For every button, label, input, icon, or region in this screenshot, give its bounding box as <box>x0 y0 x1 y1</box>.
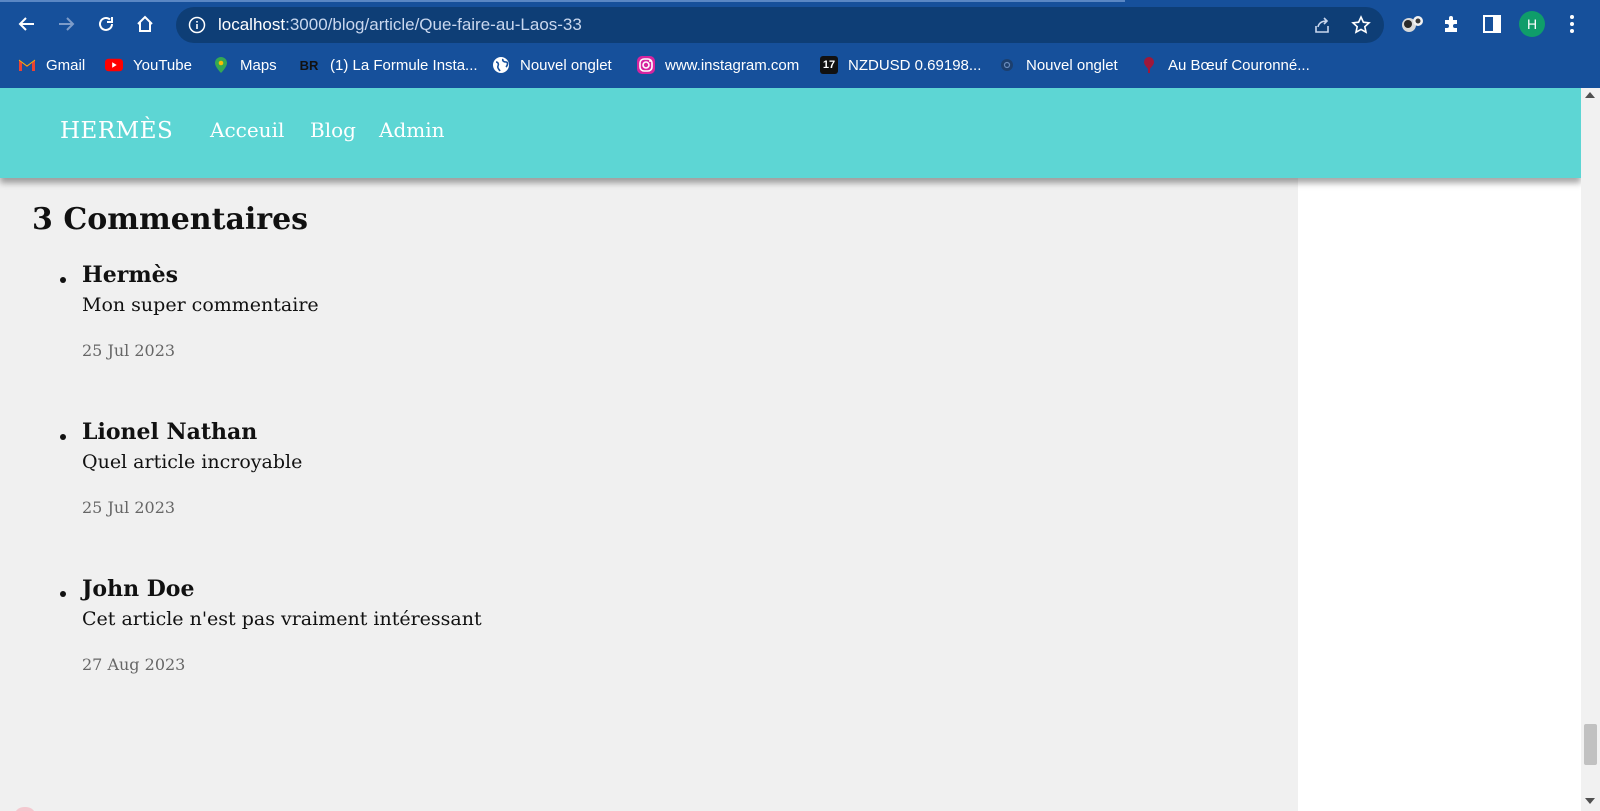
extension-icon[interactable] <box>1400 13 1426 35</box>
comment-text: Cet article n'est pas vraiment intéressa… <box>82 608 482 630</box>
bullet-icon <box>60 434 66 440</box>
bookmarks-bar: Gmail YouTube Maps BR (1) La Formule Ins… <box>0 46 1600 84</box>
arrow-left-icon <box>18 17 34 31</box>
comment-text: Mon super commentaire <box>82 294 319 316</box>
bookmark-label: www.instagram.com <box>665 56 800 74</box>
comment-text: Quel article incroyable <box>82 451 303 473</box>
scrollbar-thumb[interactable] <box>1584 724 1597 765</box>
comment-author: Lionel Nathan <box>82 419 258 445</box>
bookmark-label: Maps <box>240 56 277 74</box>
address-bar[interactable]: localhost:3000/blog/article/Que-faire-au… <box>176 7 1384 43</box>
reload-button[interactable] <box>90 8 122 40</box>
browser-toolbar: localhost:3000/blog/article/Que-faire-au… <box>0 2 1600 46</box>
maps-icon <box>212 56 230 74</box>
arrow-right-icon <box>59 17 75 31</box>
forward-button[interactable] <box>50 8 82 40</box>
puzzle-icon[interactable] <box>1441 13 1463 35</box>
comment-author: Hermès <box>82 262 179 288</box>
site-header: HERMÈS Acceuil Blog Admin <box>0 88 1581 178</box>
bookmark-label: (1) La Formule Insta... <box>330 56 478 74</box>
bookmark-label: YouTube <box>133 56 192 74</box>
browser-chrome: localhost:3000/blog/article/Que-faire-au… <box>0 0 1600 88</box>
profile-avatar[interactable]: H <box>1519 11 1545 37</box>
bullet-icon <box>60 277 66 283</box>
bookmark-nzdusd[interactable]: 17 NZDUSD 0.69198... <box>820 46 981 84</box>
tradingview-icon: 17 <box>820 56 838 74</box>
scroll-up-arrow-icon[interactable] <box>1585 92 1595 98</box>
share-icon[interactable] <box>1312 15 1332 35</box>
bookmark-nouvel-onglet[interactable]: Nouvel onglet <box>492 46 612 84</box>
home-button[interactable] <box>129 8 161 40</box>
restaurant-icon <box>1140 56 1158 74</box>
bookmark-label: Gmail <box>46 56 86 74</box>
bookmark-au-boeuf[interactable]: Au Bœuf Couronné... <box>1140 46 1310 84</box>
bookmark-star-icon[interactable] <box>1351 15 1371 35</box>
reload-icon <box>99 16 113 31</box>
menu-kebab-icon[interactable] <box>1562 12 1582 36</box>
scroll-down-arrow-icon[interactable] <box>1585 798 1595 804</box>
url-path: :3000/blog/article/Que-faire-au-Laos-33 <box>285 15 582 34</box>
side-panel-icon[interactable] <box>1482 14 1502 34</box>
url-text[interactable]: localhost:3000/blog/article/Que-faire-au… <box>218 7 582 43</box>
bookmark-label: NZDUSD 0.69198... <box>848 56 982 74</box>
nav-link-blog[interactable]: Blog <box>310 118 356 142</box>
brand-logo[interactable]: HERMÈS <box>60 118 173 144</box>
new-tab-icon <box>998 56 1016 74</box>
comment-date: 25 Jul 2023 <box>82 341 176 360</box>
url-host: localhost <box>218 15 286 34</box>
globe-icon <box>492 56 510 74</box>
bullet-icon <box>60 591 66 597</box>
bookmark-youtube[interactable]: YouTube <box>105 46 192 84</box>
bookmark-la-formule[interactable]: BR (1) La Formule Insta... <box>298 46 478 84</box>
bookmark-nouvel-onglet-2[interactable]: Nouvel onglet <box>998 46 1118 84</box>
nav-link-acceuil[interactable]: Acceuil <box>210 118 284 142</box>
bookmark-instagram[interactable]: www.instagram.com <box>637 46 799 84</box>
bookmark-label: Nouvel onglet <box>520 56 612 74</box>
br-icon: BR <box>299 57 319 73</box>
youtube-icon <box>105 56 123 74</box>
bookmark-label: Au Bœuf Couronné... <box>1168 56 1310 74</box>
comment-date: 25 Jul 2023 <box>82 498 176 517</box>
bookmark-maps[interactable]: Maps <box>212 46 277 84</box>
page-viewport: HERMÈS Acceuil Blog Admin 3 Commentaires… <box>0 88 1581 811</box>
main-column <box>0 88 1298 811</box>
bookmark-gmail[interactable]: Gmail <box>18 46 85 84</box>
comment-date: 27 Aug 2023 <box>82 655 186 674</box>
vertical-scrollbar[interactable] <box>1581 88 1600 811</box>
comment-author: John Doe <box>82 576 195 602</box>
home-icon <box>137 15 153 32</box>
gmail-icon <box>18 56 36 74</box>
site-info-icon[interactable] <box>188 16 206 34</box>
instagram-icon <box>637 56 655 74</box>
bookmark-label: Nouvel onglet <box>1026 56 1118 74</box>
comments-title: 3 Commentaires <box>32 202 309 237</box>
nav-link-admin[interactable]: Admin <box>379 118 445 142</box>
back-button[interactable] <box>11 8 43 40</box>
